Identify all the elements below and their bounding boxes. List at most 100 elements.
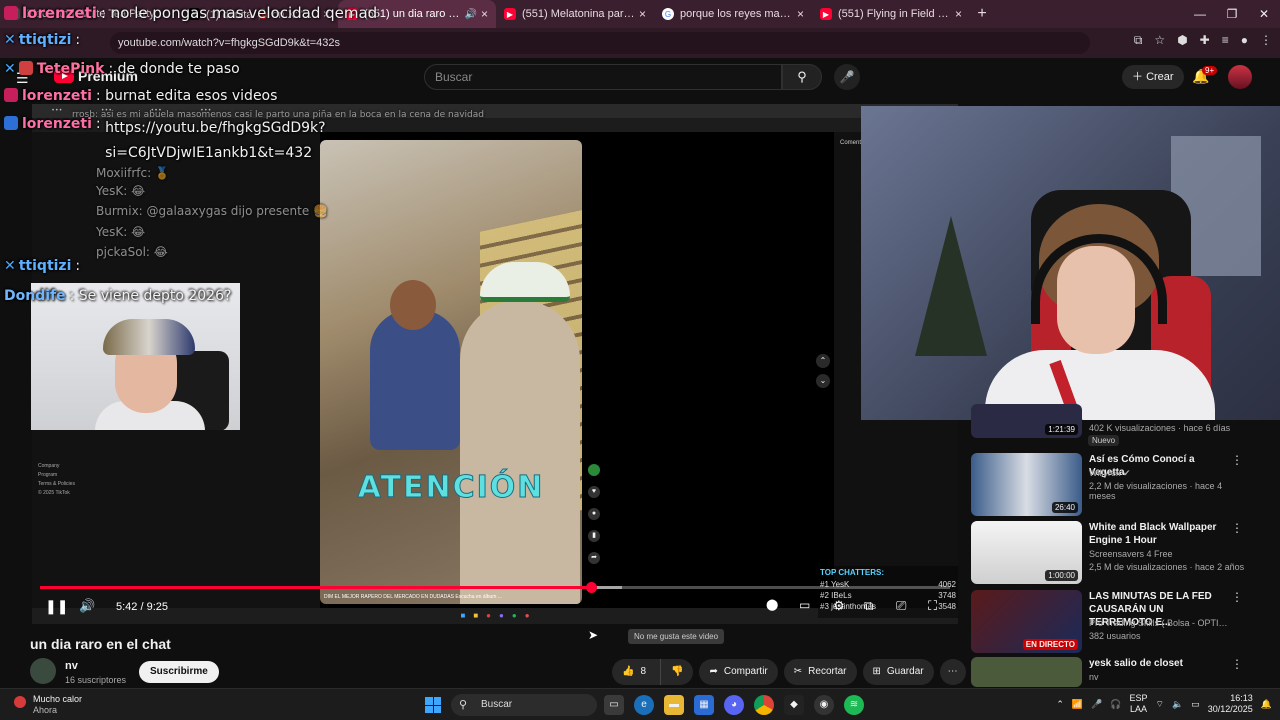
volume-icon[interactable]: 🔊 (79, 598, 95, 614)
search-button[interactable]: ⚲ (782, 64, 822, 90)
progress-bar[interactable] (40, 582, 950, 593)
tab-melatonina[interactable]: ▶ (551) Melatonina para dormir, × (496, 0, 654, 28)
video-thumbnail[interactable]: 26:40 (971, 453, 1082, 516)
start-button[interactable] (425, 697, 441, 713)
mic-icon: 🎤 (839, 70, 855, 84)
chevron-up-icon[interactable]: ⌃ (1056, 699, 1064, 710)
file-explorer-icon[interactable]: ▬ (664, 695, 684, 715)
related-video[interactable]: 26:40 Así es Cómo Conocí a Vegetta Willy… (971, 453, 1251, 516)
close-icon[interactable]: × (797, 7, 804, 21)
headphones-icon[interactable]: 🎧 (1110, 699, 1121, 710)
address-bar[interactable]: youtube.com/watch?v=fhgkgSGdD9k&t=432s (110, 32, 1090, 54)
video-thumbnail[interactable] (971, 657, 1082, 687)
account-avatar[interactable] (1228, 65, 1252, 89)
new-badge: Nuevo (1088, 435, 1120, 446)
video-thumbnail[interactable]: EN DIRECTO (971, 590, 1082, 653)
language-indicator[interactable]: ESP LAA (1130, 693, 1148, 715)
channel-name[interactable]: nv (65, 660, 78, 672)
search-icon: ⚲ (797, 69, 807, 84)
related-video[interactable]: EN DIRECTO LAS MINUTAS DE LA FED CAUSARÁ… (971, 590, 1251, 653)
bookmark-star-icon[interactable]: ☆ (1154, 33, 1165, 48)
close-icon[interactable]: × (481, 7, 488, 21)
tiktok-action-bar: ♥ ● ▮ ➦ (588, 464, 602, 564)
close-icon[interactable]: × (639, 7, 646, 21)
windows-taskbar: Mucho calor Ahora ⚲ Buscar ▭ e ▬ ▦ ◕ ◆ ◉… (0, 688, 1280, 720)
more-options-icon[interactable]: ⋮ (1231, 521, 1243, 535)
video-actions: 👍 8 👎 ➦ Compartir ✂ Recortar ⊞ Guardar ⋯ (612, 659, 966, 685)
close-window-button[interactable]: ✕ (1248, 0, 1280, 28)
channel-avatar[interactable] (30, 658, 56, 684)
clock[interactable]: 16:13 30/12/2025 (1208, 693, 1253, 715)
menu-dots-icon[interactable]: ⋮ (1260, 33, 1272, 48)
task-view-icon[interactable]: ▭ (604, 695, 624, 715)
spotify-icon[interactable]: ≋ (844, 695, 864, 715)
like-button[interactable]: 👍 8 (612, 659, 654, 685)
tiktok-video: ATENCIÓN DIM EL MEJOR RAPERO DEL MERCADO… (320, 140, 582, 604)
discord-icon[interactable]: ◕ (724, 695, 744, 715)
video-thumbnail[interactable]: 1:00:00 (971, 521, 1082, 584)
fullscreen-icon[interactable]: ⛶ (928, 598, 937, 614)
edge-icon[interactable]: e (634, 695, 654, 715)
tab-reyes-magos[interactable]: G porque los reyes magos llegan × (654, 0, 812, 28)
pause-button[interactable]: ❚❚ (45, 598, 68, 615)
verified-icon: ✔ (1123, 468, 1131, 478)
obs-icon[interactable]: ◆ (784, 695, 804, 715)
media-controls-icon[interactable]: ≡ (1222, 33, 1229, 48)
settings-gear-icon[interactable]: ⚙ (833, 598, 845, 614)
close-icon[interactable]: × (955, 7, 962, 21)
share-button[interactable]: ➦ Compartir (699, 659, 778, 685)
create-button[interactable]: ＋ Crear (1122, 65, 1184, 89)
related-video[interactable]: yesk salio de closet nv ⋮ (971, 657, 1251, 687)
store-icon[interactable]: ▦ (694, 695, 714, 715)
more-options-icon[interactable]: ⋮ (1231, 590, 1243, 604)
puzzle-icon[interactable]: ✚ (1200, 33, 1210, 48)
battery-icon[interactable]: ▭ (1191, 699, 1200, 710)
windows-icon: ■ (460, 611, 466, 620)
scrubber-handle[interactable] (585, 582, 597, 593)
install-app-icon[interactable]: ⧉ (1134, 33, 1143, 48)
chrome-icon: ● (486, 611, 491, 620)
video-thumbnail[interactable]: 1:21:39 (971, 404, 1082, 438)
channel-name: Screensavers 4 Free (1089, 549, 1173, 559)
person-head-shape (390, 280, 436, 330)
wifi-icon[interactable]: ⌔ (1156, 699, 1164, 710)
steam-icon[interactable]: ◉ (814, 695, 834, 715)
extension-icon[interactable]: ⬢ (1177, 33, 1187, 48)
thumbs-up-icon: 👍 (622, 666, 635, 677)
voice-search-button[interactable]: 🎤 (834, 64, 860, 90)
taskbar-search[interactable]: ⚲ Buscar (451, 694, 597, 716)
tab-flying-field[interactable]: ▶ (551) Flying in Field of Tiny Rob × (812, 0, 970, 28)
bookmark-icon: ⊞ (872, 666, 881, 677)
search-input[interactable]: Buscar (424, 64, 782, 90)
more-actions-button[interactable]: ⋯ (939, 659, 966, 685)
app-icon: ● (499, 611, 504, 620)
network-icon[interactable]: 📶 (1072, 699, 1083, 710)
window-controls: — ❐ ✕ (1184, 0, 1280, 28)
inner-chat-message: YesK: 😂 (96, 184, 146, 198)
miniplayer-icon[interactable]: ⧉ (864, 598, 873, 614)
volume-icon[interactable]: 🔈 (1172, 699, 1183, 710)
subtitles-icon[interactable]: ▭ (799, 598, 810, 612)
more-options-icon[interactable]: ⋮ (1231, 657, 1243, 671)
toolbar-icons: ⧉ ☆ ⬢ ✚ ≡ ● ⋮ (1134, 33, 1272, 48)
mic-icon[interactable]: 🎤 (1091, 699, 1102, 710)
cast-icon[interactable]: ⎚ (896, 598, 906, 614)
clip-button[interactable]: ✂ Recortar (783, 659, 857, 685)
minimize-button[interactable]: — (1184, 0, 1216, 28)
autoplay-toggle[interactable]: ⬤ (766, 598, 778, 611)
profile-icon[interactable]: ● (1241, 33, 1248, 48)
new-tab-button[interactable]: + (970, 5, 994, 23)
maximize-button[interactable]: ❐ (1216, 0, 1248, 28)
dislike-button[interactable]: 👎 (660, 659, 693, 685)
more-options-icon[interactable]: ⋮ (1231, 453, 1243, 467)
inner-chat-message: rrosb: asi es mi abuela masomenos casi l… (72, 110, 484, 120)
subscribe-button[interactable]: Suscribirme (139, 661, 219, 683)
notification-bell-icon[interactable]: 🔔 (1261, 699, 1272, 710)
related-video[interactable]: 1:00:00 White and Black Wallpaper Engine… (971, 521, 1251, 584)
inner-chat-message: Moxiifrfc: 🏅 (96, 166, 170, 180)
save-button[interactable]: ⊞ Guardar (862, 659, 934, 685)
chrome-icon[interactable] (754, 695, 774, 715)
speaker-icon[interactable]: 🔊 (465, 9, 477, 20)
mouse-cursor-icon: ➤ (588, 628, 599, 642)
video-title: yesk salio de closet (1089, 658, 1183, 669)
